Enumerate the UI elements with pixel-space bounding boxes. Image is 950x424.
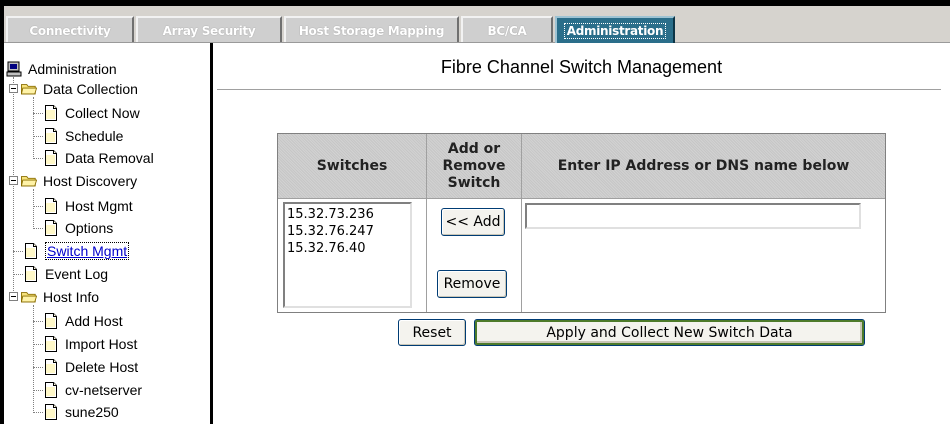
tree-connector (33, 189, 34, 229)
page-title: Fibre Channel Switch Management (440, 57, 723, 77)
switch-list[interactable]: 15.32.73.236 15.32.76.247 15.32.76.40 (283, 202, 412, 308)
ip-address-input[interactable] (525, 203, 861, 229)
tree-node-label: Data Collection (43, 81, 138, 97)
page-icon (45, 359, 57, 375)
tree-node-label: Schedule (65, 128, 124, 144)
tree-node-label: Options (65, 220, 114, 236)
tree-connector (33, 390, 43, 391)
tree-node-label: Host Mgmt (65, 198, 133, 214)
add-switch-button[interactable]: << Add (441, 208, 505, 236)
sidebar-tree: Administration Data Collection Collect N… (4, 43, 213, 424)
tree-node-label: Host Discovery (43, 173, 138, 189)
tree-node-label: sune250 (65, 404, 119, 420)
remove-switch-button[interactable]: Remove (437, 270, 507, 298)
tree-node-label: Add Host (65, 313, 123, 329)
tab-bc-ca[interactable]: BC/CA (461, 16, 553, 42)
collapse-toggle[interactable] (9, 176, 18, 185)
title-divider (217, 89, 941, 90)
tree-node-label: Event Log (45, 266, 109, 282)
tree-connector (33, 321, 43, 322)
open-folder-icon (21, 84, 37, 95)
tab-array-security[interactable]: Array Security (136, 16, 282, 42)
switch-list-item[interactable]: 15.32.76.40 (287, 240, 410, 257)
switch-table: Switches Add or Remove Switch Enter IP A… (277, 133, 886, 313)
page-icon (45, 313, 57, 329)
switch-list-item[interactable]: 15.32.76.247 (287, 223, 410, 240)
tree-node-label: Switch Mgmt (45, 242, 130, 260)
tree-connector (13, 251, 23, 252)
main-panel: Fibre Channel Switch Management Switches… (213, 43, 950, 424)
apply-collect-button[interactable]: Apply and Collect New Switch Data (474, 319, 865, 346)
collapse-toggle[interactable] (9, 292, 18, 301)
page-icon (45, 150, 57, 166)
tree-node-label: Collect Now (65, 105, 140, 121)
ip-cell (522, 198, 885, 312)
page-icon (45, 404, 57, 420)
tree-node-label: Data Removal (65, 150, 154, 166)
page-icon (45, 382, 57, 398)
tree-connector (33, 158, 43, 159)
tree-connector (33, 136, 43, 137)
tree-node-label: Delete Host (65, 359, 139, 375)
actions-cell: << Add Remove (427, 198, 522, 312)
page-icon (45, 220, 57, 236)
open-folder-icon (21, 176, 37, 187)
tree-connector (33, 113, 43, 114)
tree-connector (33, 206, 43, 207)
page-icon (45, 105, 57, 121)
tree-connector (13, 77, 14, 293)
tree-connector (33, 344, 43, 345)
tree-connector (33, 228, 43, 229)
switch-list-item[interactable]: 15.32.73.236 (287, 206, 410, 223)
collapse-toggle[interactable] (9, 84, 18, 93)
reset-button[interactable]: Reset (398, 319, 466, 346)
page-icon (45, 336, 57, 352)
column-header-ip: Enter IP Address or DNS name below (522, 134, 885, 198)
tree-connector (13, 274, 23, 275)
tab-host-storage-mapping[interactable]: Host Storage Mapping (284, 16, 459, 42)
tab-bar: Connectivity Health Array Security Host … (4, 6, 950, 64)
column-header-switches: Switches (278, 134, 427, 198)
tree-connector (33, 412, 43, 413)
page-icon (25, 266, 37, 282)
page-icon (25, 243, 37, 259)
tab-connectivity-health[interactable]: Connectivity Health (6, 16, 134, 64)
open-folder-icon (21, 292, 37, 303)
tree-node-label: Administration (28, 61, 117, 77)
column-header-add-remove: Add or Remove Switch (427, 134, 522, 198)
tree-connector (33, 97, 34, 157)
tree-node-label: cv-netserver (65, 382, 143, 398)
page-icon (45, 128, 57, 144)
page-icon (45, 198, 57, 214)
tab-administration[interactable]: Administration (555, 16, 675, 43)
tree-connector (33, 367, 43, 368)
tree-node-label: Host Info (43, 289, 100, 305)
computer-icon (6, 61, 22, 77)
tree-node-label: Import Host (65, 336, 138, 352)
switches-cell: 15.32.73.236 15.32.76.247 15.32.76.40 (278, 198, 427, 312)
